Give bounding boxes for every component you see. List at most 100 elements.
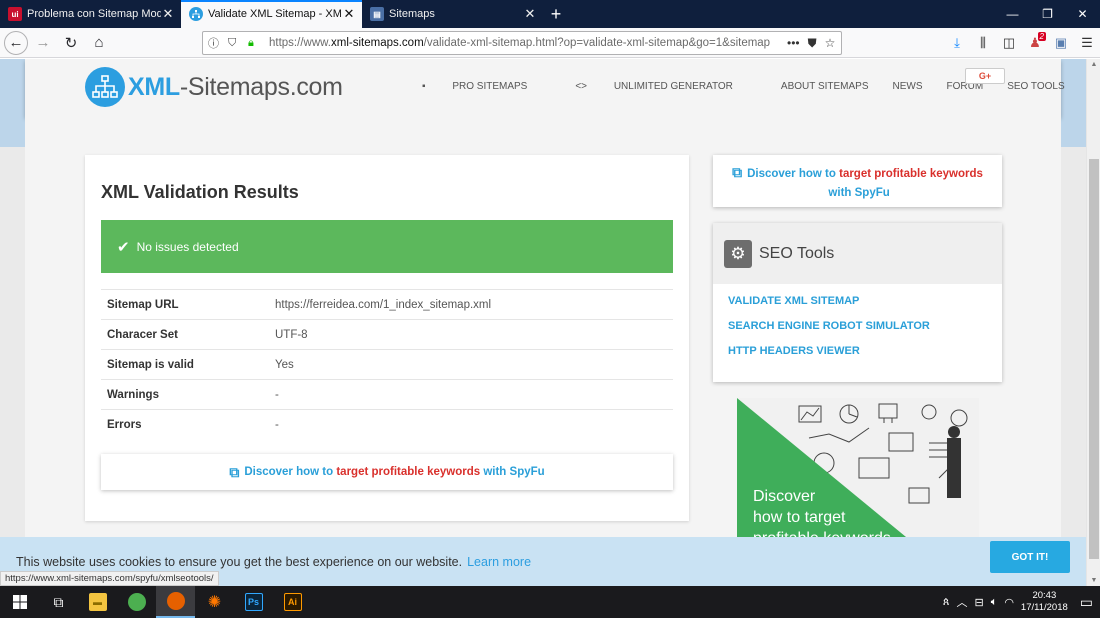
nav-news[interactable]: NEWS bbox=[893, 81, 923, 92]
pocket-icon[interactable]: ⛊ bbox=[808, 36, 817, 51]
home-icon[interactable]: ⌂ bbox=[86, 30, 112, 56]
logo-rest: -Sitemaps.com bbox=[179, 72, 343, 101]
external-link-icon: ⧉ bbox=[732, 164, 743, 180]
link-validate-xml-sitemap[interactable]: VALIDATE XML SITEMAP bbox=[728, 293, 1002, 318]
checkmark-icon: ✔ bbox=[117, 238, 130, 256]
external-link-icon: ⧉ bbox=[229, 463, 240, 480]
page-scrollbar[interactable]: ▲ ▼ bbox=[1086, 59, 1100, 586]
row-label: Warnings bbox=[101, 379, 269, 410]
download-icon[interactable]: ⤓ bbox=[944, 35, 970, 51]
bookmark-star-icon[interactable]: ☆ bbox=[825, 36, 836, 50]
url-text[interactable]: https://www.xml-sitemaps.com/validate-xm… bbox=[269, 37, 779, 49]
firefox-icon[interactable] bbox=[156, 586, 195, 618]
chrome-icon[interactable] bbox=[117, 586, 156, 618]
menu-icon[interactable]: ☰ bbox=[1074, 35, 1100, 51]
spyfu-pre: Discover how to bbox=[244, 466, 337, 478]
row-value: - bbox=[269, 379, 673, 410]
seo-tools-panel: ⚙ SEO Tools VALIDATE XML SITEMAP SEARCH … bbox=[713, 223, 1002, 382]
seo-tools-header: ⚙ SEO Tools bbox=[713, 223, 1002, 284]
file-explorer-icon[interactable]: ▬ bbox=[78, 586, 117, 618]
avast-logo-icon: ✺ bbox=[207, 594, 222, 611]
results-table: Sitemap URL https://ferreidea.com/1_index… bbox=[101, 289, 673, 440]
link-robot-simulator[interactable]: SEARCH ENGINE ROBOT SIMULATOR bbox=[728, 318, 1002, 343]
shield-icon[interactable]: ⛉ bbox=[228, 37, 243, 50]
close-tab-icon[interactable]: ✕ bbox=[161, 6, 175, 22]
seo-tools-title: SEO Tools bbox=[759, 244, 835, 262]
spyfu-link-box[interactable]: ⧉ Discover how to target profitable keyw… bbox=[101, 454, 673, 490]
spyfu-post: with SpyFu bbox=[480, 466, 545, 478]
system-tray: ጰ ︿ ⊟ 🔈︎ ◠ 20:43 17/11/2018 ▭ bbox=[943, 586, 1100, 618]
volume-icon[interactable]: 🔈︎ bbox=[991, 596, 998, 609]
table-row: Characer Set UTF-8 bbox=[101, 319, 673, 350]
close-window-icon[interactable]: ✕ bbox=[1065, 0, 1100, 28]
back-icon[interactable]: ← bbox=[4, 30, 28, 55]
sitemap-favicon-icon bbox=[189, 7, 203, 21]
nav-about-sitemaps[interactable]: ABOUT SITEMAPS bbox=[781, 81, 869, 92]
reload-icon[interactable]: ↻ bbox=[58, 30, 84, 56]
close-tab-icon[interactable]: ✕ bbox=[342, 6, 356, 22]
spyfu-highlight: target profitable keywords bbox=[336, 466, 481, 478]
sidebar-icon[interactable]: ◫ bbox=[996, 35, 1022, 51]
scrollbar-thumb[interactable] bbox=[1089, 159, 1099, 559]
sitemap-logo-icon bbox=[85, 67, 125, 107]
wifi-icon[interactable]: ◠ bbox=[1004, 596, 1014, 609]
page-actions-icon[interactable]: ••• bbox=[787, 36, 800, 50]
google-plus-button[interactable]: G+ bbox=[965, 68, 1005, 84]
close-tab-icon[interactable]: ✕ bbox=[523, 6, 537, 22]
info-icon[interactable]: ⓘ bbox=[208, 35, 223, 51]
restore-icon[interactable]: ❐ bbox=[1030, 0, 1065, 28]
tab-sitemaps[interactable]: ▤ Sitemaps ✕ bbox=[362, 0, 543, 28]
scroll-down-icon[interactable]: ▼ bbox=[1087, 577, 1100, 584]
illustrator-icon[interactable]: Ai bbox=[273, 586, 312, 618]
url-domain: xml-sitemaps.com bbox=[331, 37, 424, 49]
url-path: /validate-xml-sitemap.html?op=validate-x… bbox=[423, 37, 771, 49]
lock-icon[interactable]: 🔒︎ bbox=[248, 37, 263, 50]
page-title: XML Validation Results bbox=[101, 182, 299, 202]
row-label: Sitemap URL bbox=[101, 289, 269, 320]
ad-line: how to target bbox=[753, 509, 846, 526]
spyfu-highlight: target profitable keywords bbox=[839, 168, 983, 180]
task-view-icon[interactable]: ⧉ bbox=[39, 586, 78, 618]
spyfu-pre: Discover how to bbox=[747, 168, 840, 180]
validation-results-card: XML Validation Results ✔ No issues detec… bbox=[85, 155, 689, 521]
got-it-button[interactable]: GOT IT! bbox=[990, 541, 1070, 573]
address-bar[interactable]: ⓘ ⛉ 🔒︎ https://www.xml-sitemaps.com/vali… bbox=[202, 31, 842, 55]
photoshop-icon[interactable]: Ps bbox=[234, 586, 273, 618]
avast-icon[interactable]: ✺ bbox=[195, 586, 234, 618]
clock-time: 20:43 bbox=[1032, 590, 1057, 601]
nav-pro-sitemaps[interactable]: ▪ PRO SITEMAPS bbox=[422, 81, 551, 92]
extension-icon[interactable]: ♟ 2 bbox=[1022, 32, 1048, 51]
taskbar-clock[interactable]: 20:43 17/11/2018 bbox=[1021, 590, 1068, 614]
new-tab-icon[interactable]: + bbox=[543, 0, 569, 28]
screenshot-icon[interactable]: ▣ bbox=[1048, 35, 1074, 51]
content-container: XML Validation Results ✔ No issues detec… bbox=[25, 117, 1061, 586]
status-message: No issues detected bbox=[136, 239, 239, 254]
people-icon[interactable]: ጰ bbox=[943, 596, 950, 609]
ui-favicon-icon: ui bbox=[8, 7, 22, 21]
tab-validate-xml-sitemap[interactable]: Validate XML Sitemap - XML Si ✕ bbox=[181, 0, 362, 28]
site-logo[interactable]: XML-Sitemaps.com bbox=[85, 67, 343, 107]
network-icon[interactable]: ⊟ bbox=[974, 596, 983, 609]
windows-taskbar: ⧉ ▬ ✺ Ps Ai ጰ ︿ ⊟ 🔈︎ ◠ 20:43 17/11/2018 … bbox=[0, 586, 1100, 618]
toolbar-right: ⤓ ⫼ ◫ ♟ 2 ▣ ☰ bbox=[944, 28, 1100, 58]
logo-text: XML-Sitemaps.com bbox=[128, 73, 343, 102]
tab-problema-sitemap[interactable]: ui Problema con Sitemap Modulo ✕ bbox=[0, 0, 181, 28]
start-icon[interactable] bbox=[0, 586, 39, 618]
sidebar-spyfu-link[interactable]: ⧉ Discover how to target profitable keywo… bbox=[713, 155, 1002, 207]
row-label: Errors bbox=[101, 409, 269, 440]
link-http-headers-viewer[interactable]: HTTP HEADERS VIEWER bbox=[728, 343, 1002, 368]
table-row: Warnings - bbox=[101, 379, 673, 410]
notifications-icon[interactable]: ▭ bbox=[1080, 594, 1093, 611]
row-value: UTF-8 bbox=[269, 319, 673, 350]
scroll-up-icon[interactable]: ▲ bbox=[1087, 61, 1100, 68]
minimize-icon[interactable]: — bbox=[995, 0, 1030, 28]
chevron-up-icon[interactable]: ︿ bbox=[956, 594, 967, 610]
library-icon[interactable]: ⫼ bbox=[970, 35, 996, 51]
row-label: Sitemap is valid bbox=[101, 349, 269, 380]
learn-more-link[interactable]: Learn more bbox=[467, 555, 531, 569]
nav-seo-tools[interactable]: SEO TOOLS bbox=[1007, 81, 1064, 92]
row-value: - bbox=[269, 409, 673, 440]
nav-unlimited-generator[interactable]: <> UNLIMITED GENERATOR bbox=[575, 81, 757, 92]
forward-icon[interactable]: → bbox=[30, 30, 56, 56]
browser-tab-bar: ui Problema con Sitemap Modulo ✕ Validat… bbox=[0, 0, 1100, 28]
